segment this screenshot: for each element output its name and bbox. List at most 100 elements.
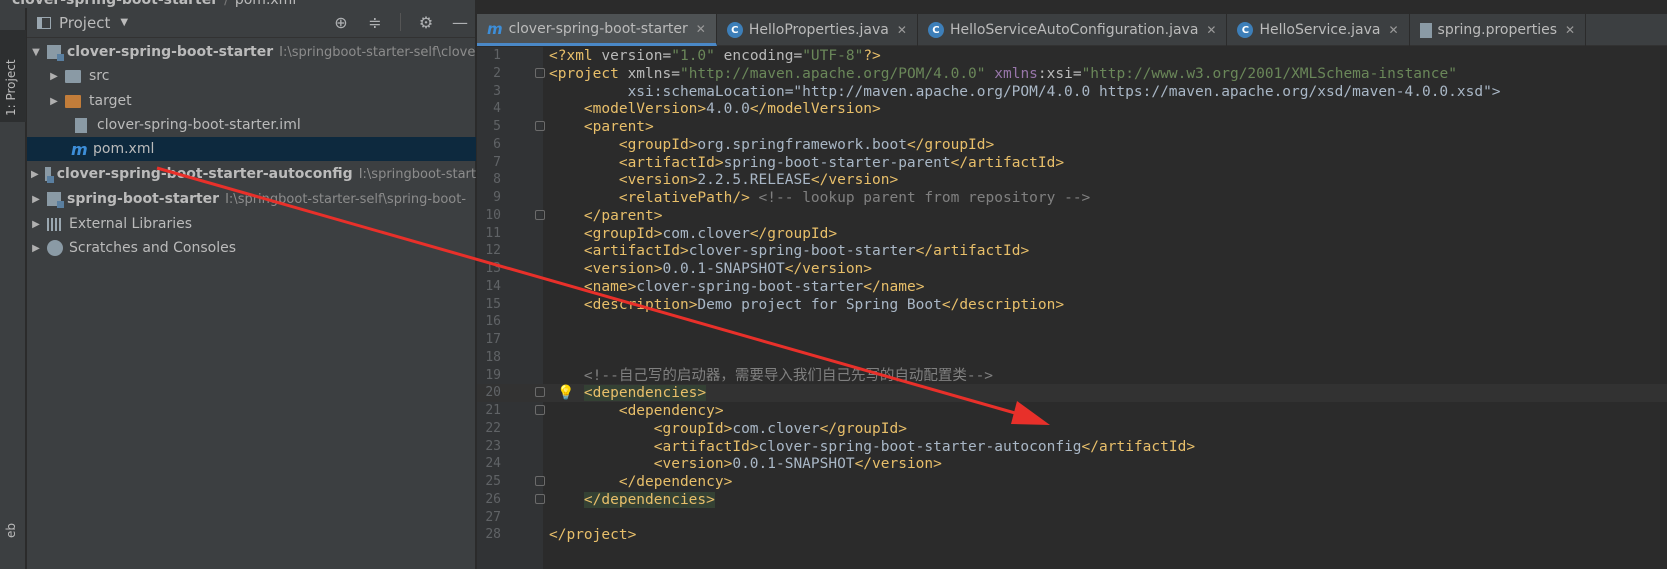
code-line[interactable]: 5 <parent> [477, 118, 1667, 136]
code-line[interactable]: 27 [477, 509, 1667, 527]
collapsed-arrow-icon[interactable]: ▶ [49, 96, 59, 107]
code-line[interactable]: 26 </dependencies> [477, 491, 1667, 509]
tree-item-label: clover-spring-boot-starter-autoconfig [56, 166, 353, 182]
expanded-arrow-icon[interactable]: ▼ [31, 47, 41, 58]
close-icon[interactable]: ✕ [1565, 23, 1575, 37]
close-icon[interactable]: ✕ [696, 22, 706, 36]
module-folder-icon [47, 45, 64, 61]
code-text: </parent> [583, 207, 663, 224]
code-editor[interactable]: 1 <?xml version="1.0" encoding="UTF-8"?> 2… [477, 47, 1667, 569]
fold-marker-icon[interactable] [535, 121, 545, 131]
line-number: 19 [485, 367, 501, 383]
line-number: 8 [493, 172, 501, 188]
tree-item-label: target [89, 93, 132, 109]
code-line[interactable]: 16 [477, 313, 1667, 331]
close-icon[interactable]: ✕ [1206, 23, 1216, 37]
tree-item-external-libraries[interactable]: ▶ External Libraries [27, 212, 476, 236]
tree-item-module-root[interactable]: ▼ clover-spring-boot-starter I:\springbo… [27, 40, 476, 64]
fold-marker-icon[interactable] [535, 476, 545, 486]
code-line[interactable]: 8 <version>2.2.5.RELEASE</version> [477, 171, 1667, 189]
tab-pom[interactable]: m clover-spring-boot-starter ✕ [477, 14, 717, 46]
code-line[interactable]: 2 <project xmlns="http://maven.apache.org… [477, 65, 1667, 83]
fold-marker-icon[interactable] [535, 405, 545, 415]
code-line[interactable]: 14 <name>clover-spring-boot-starter</nam… [477, 278, 1667, 296]
maven-icon: m [487, 19, 503, 38]
collapsed-arrow-icon[interactable]: ▶ [31, 219, 41, 230]
tree-item-label: src [89, 68, 110, 84]
close-icon[interactable]: ✕ [1388, 23, 1398, 37]
project-view-selector[interactable]: Project [59, 14, 110, 32]
locate-icon[interactable]: ⊕ [332, 12, 350, 32]
code-text: <version>0.0.1-SNAPSHOT</version> [653, 456, 942, 473]
bottom-tool-tab-label[interactable]: eb [4, 523, 18, 538]
collapsed-arrow-icon[interactable]: ▶ [31, 169, 39, 180]
module-folder-icon [44, 167, 54, 183]
code-line[interactable]: 12 <artifactId>clover-spring-boot-starte… [477, 242, 1667, 260]
line-number: 3 [493, 83, 501, 99]
tree-item-iml[interactable]: clover-spring-boot-starter.iml [27, 113, 476, 137]
code-line[interactable]: 25 </dependency> [477, 473, 1667, 491]
tab-label: spring.properties [1437, 22, 1558, 38]
tree-item-label: External Libraries [69, 216, 192, 232]
tree-item-label: pom.xml [93, 141, 155, 157]
tab-hello-service-autoconfiguration[interactable]: C HelloServiceAutoConfiguration.java ✕ [918, 14, 1228, 46]
tree-item-scratches[interactable]: ▶ Scratches and Consoles [27, 236, 476, 260]
tree-item-src[interactable]: ▶ src [27, 64, 476, 88]
tab-label: HelloService.java [1259, 22, 1381, 38]
line-number: 22 [485, 420, 501, 436]
line-number: 2 [493, 65, 501, 81]
code-line[interactable]: 20 💡 <dependencies> [477, 384, 1667, 403]
fold-marker-icon[interactable] [535, 67, 545, 78]
code-line[interactable]: 3 xsi:schemaLocation="http://maven.apach… [477, 83, 1667, 101]
code-line[interactable]: 13 <version>0.0.1-SNAPSHOT</version> [477, 260, 1667, 278]
code-text: <?xml version="1.0" encoding="UTF-8"?> [549, 48, 881, 64]
collapsed-arrow-icon[interactable]: ▶ [31, 243, 41, 254]
line-number: 27 [485, 509, 501, 525]
code-line[interactable]: 4 <modelVersion>4.0.0</modelVersion> [477, 100, 1667, 118]
code-line[interactable]: 17 [477, 331, 1667, 349]
fold-marker-icon[interactable] [535, 209, 545, 220]
code-text: <groupId>com.clover</groupId> [583, 225, 838, 242]
fold-marker-icon[interactable] [535, 493, 545, 504]
breadcrumb-module[interactable]: clover-spring-boot-starter [12, 0, 218, 8]
fold-marker-icon[interactable] [535, 387, 545, 398]
breadcrumb: clover-spring-boot-starter / pom.xml [0, 0, 475, 8]
tab-hello-properties[interactable]: C HelloProperties.java ✕ [717, 14, 918, 46]
code-line[interactable]: 21 <dependency> [477, 402, 1667, 420]
code-line[interactable]: 15 <description>Demo project for Spring … [477, 296, 1667, 314]
gear-icon[interactable]: ⚙ [417, 12, 435, 32]
code-line[interactable]: 6 <groupId>org.springframework.boot</gro… [477, 136, 1667, 154]
close-icon[interactable]: ✕ [897, 23, 907, 37]
code-text: <artifactId>clover-spring-boot-starter-a… [653, 438, 1196, 455]
collapsed-arrow-icon[interactable]: ▶ [31, 194, 41, 205]
minimize-icon[interactable]: — [451, 12, 469, 32]
code-line[interactable]: 28 </project> [477, 526, 1667, 544]
collapsed-arrow-icon[interactable]: ▶ [49, 71, 59, 82]
code-line[interactable]: 19 <!--自己写的启动器，需要导入我们自己先写的自动配置类--> [477, 367, 1667, 385]
code-text: <dependencies> [583, 385, 707, 402]
tree-item-starter-module[interactable]: ▶ spring-boot-starter I:\springboot-star… [27, 187, 476, 211]
code-line[interactable]: 23 <artifactId>clover-spring-boot-starte… [477, 438, 1667, 456]
tree-item-target[interactable]: ▶ target [27, 89, 476, 113]
line-number: 26 [485, 491, 501, 507]
tab-spring-properties[interactable]: spring.properties ✕ [1410, 14, 1587, 46]
code-line[interactable]: 22 <groupId>com.clover</groupId> [477, 420, 1667, 438]
tree-item-autoconfig-module[interactable]: ▶ clover-spring-boot-starter-autoconfig … [27, 162, 476, 186]
code-line[interactable]: 7 <artifactId>spring-boot-starter-parent… [477, 154, 1667, 172]
tree-item-label: Scratches and Consoles [69, 240, 236, 256]
chevron-down-icon[interactable]: ▼ [120, 17, 128, 28]
code-line[interactable]: 18 [477, 349, 1667, 367]
code-line[interactable]: 11 <groupId>com.clover</groupId> [477, 225, 1667, 243]
breadcrumb-separator: / [224, 0, 229, 8]
code-line[interactable]: 1 <?xml version="1.0" encoding="UTF-8"?> [477, 47, 1667, 65]
code-line[interactable]: 10 </parent> [477, 207, 1667, 225]
project-tool-tab[interactable]: 1: Project [0, 30, 26, 122]
tab-hello-service[interactable]: C HelloService.java ✕ [1227, 14, 1410, 46]
project-tool-tab-label: 1: Project [4, 59, 18, 116]
collapse-all-icon[interactable]: ≑ [366, 12, 384, 32]
code-line[interactable]: 24 <version>0.0.1-SNAPSHOT</version> [477, 455, 1667, 473]
code-line[interactable]: 9 <relativePath/> <!-- lookup parent fro… [477, 189, 1667, 207]
tree-item-pom[interactable]: m pom.xml [27, 137, 476, 161]
line-number: 25 [485, 474, 501, 489]
breadcrumb-file[interactable]: pom.xml [235, 0, 296, 8]
